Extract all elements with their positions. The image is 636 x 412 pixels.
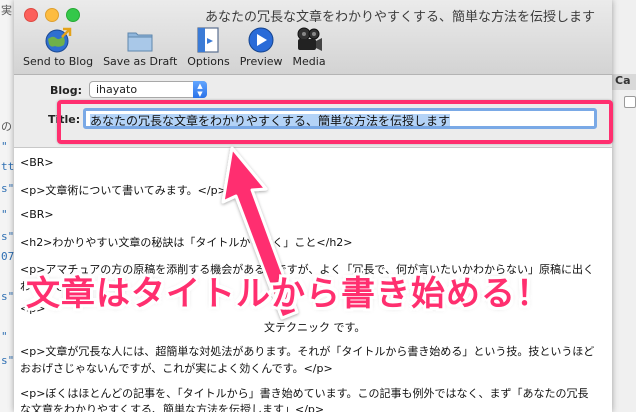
bg-fragment: 07 (1, 250, 15, 263)
film-camera-icon (297, 27, 323, 51)
bg-fragment: " (1, 330, 8, 343)
editor-line: おおげさじゃないんですが、これが実によく効くんです。</p> (20, 362, 333, 375)
options-icon (197, 27, 220, 53)
toolbar-label: Send to Blog (23, 55, 94, 68)
editor-line: <p>ぼくはほとんどの記事を、「タイトルから」書き始めています。この記事も例外で… (20, 387, 589, 400)
editor-line: <BR> (20, 156, 54, 169)
toolbar-label: Save as Draft (103, 55, 178, 68)
bg-fragment: s" (1, 354, 15, 367)
bg-checkbox (624, 96, 636, 108)
bg-fragment: の (1, 120, 12, 133)
play-icon (248, 27, 274, 53)
bg-fragment: s" (1, 230, 15, 243)
blog-select-value: ihayato (96, 83, 138, 96)
editor-line: <p>文章が冗長な人には、超簡単な対処法があります。それが「タイトルから書き始め… (20, 345, 595, 358)
bg-fragment: s" (1, 290, 15, 303)
bg-fragment: 実 (1, 4, 12, 17)
zoom-button[interactable] (66, 8, 80, 22)
window-controls (24, 8, 80, 22)
title-bar: あなたの冗長な文章をわかりやすくする、簡単な方法を伝授します Send to B… (14, 0, 612, 75)
bg-fragment: tt (1, 160, 15, 173)
annotation-caption: 文章はタイトルから書き始める！ (26, 274, 551, 314)
background-code-panel: 実 の " tt s" " s" 07 s" " s" (0, 0, 15, 412)
toolbar-label: Preview (239, 55, 283, 68)
title-highlight-box (57, 100, 613, 144)
toolbar-label: Options (187, 55, 230, 68)
blog-label: Blog: (50, 84, 82, 97)
toolbar-label: Media (292, 55, 326, 68)
send-to-blog-button[interactable]: Send to Blog (18, 26, 98, 68)
bg-fragment: " (1, 208, 8, 221)
select-arrows-icon: ▲ ▼ (193, 81, 207, 98)
editor-line: <BR> (20, 208, 54, 221)
editor-line: <h2>わかりやすい文章の秘訣は「タイトルから書く」こと</h2> (20, 236, 353, 249)
window-title: あなたの冗長な文章をわかりやすくする、簡単な方法を伝授します (204, 10, 595, 25)
bg-panel-header: Ca (612, 74, 636, 90)
editor-line-fragment: 文テクニック です。 (264, 321, 366, 334)
minimize-button[interactable] (45, 8, 59, 22)
close-button[interactable] (24, 8, 38, 22)
background-side-panel: Ca (611, 0, 636, 412)
options-button[interactable]: Options (182, 26, 234, 68)
folder-icon (127, 32, 153, 52)
globe-send-icon (45, 27, 72, 53)
toolbar: Send to Blog Save as Draft Options Previ… (18, 26, 331, 68)
editor-line: な文章をわかりやすくする、簡単な方法を伝授します」</p> (20, 403, 325, 412)
blog-select[interactable]: ihayato ▲ ▼ (89, 81, 207, 98)
blog-editor-window: あなたの冗長な文章をわかりやすくする、簡単な方法を伝授します Send to B… (14, 0, 612, 412)
bg-fragment: s" (1, 182, 15, 195)
preview-button[interactable]: Preview (235, 26, 288, 68)
bg-fragment: " (1, 140, 8, 153)
media-button[interactable]: Media (288, 26, 331, 68)
save-as-draft-button[interactable]: Save as Draft (98, 26, 182, 68)
editor-line: <p>文章術について書いてみます。</p> (20, 184, 227, 197)
